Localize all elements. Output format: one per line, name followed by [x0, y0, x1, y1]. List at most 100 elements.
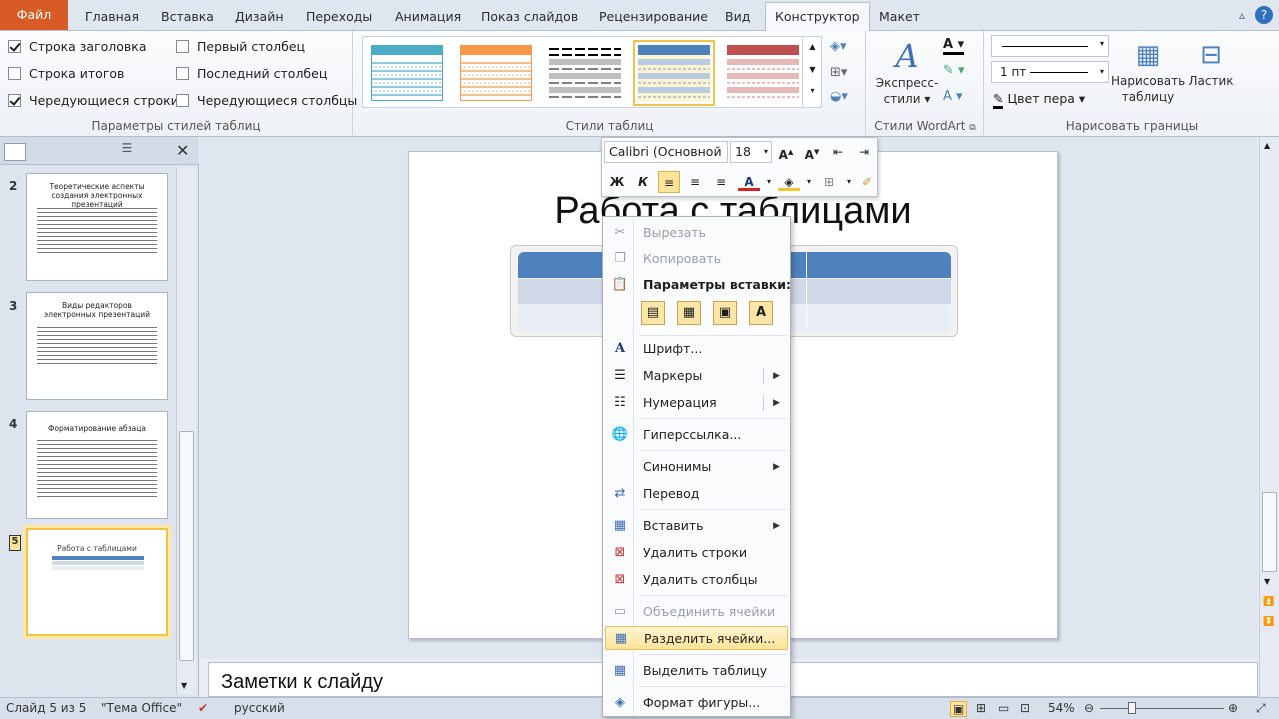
tab-layout[interactable]: Макет: [870, 3, 929, 30]
text-outline-icon[interactable]: ✎ ▾: [943, 63, 965, 78]
pen-style-select[interactable]: ▾: [991, 35, 1109, 57]
menu-item-hyperlink[interactable]: 🌐 Гиперссылка...: [605, 423, 788, 447]
menu-item-numbering[interactable]: ☷ Нумерация ▶: [605, 391, 788, 415]
fill-color-icon[interactable]: ◈: [778, 171, 800, 191]
zoom-slider-knob[interactable]: [1128, 702, 1136, 714]
font-color-dropdown-icon[interactable]: ▾: [758, 171, 780, 193]
font-color-icon[interactable]: A: [738, 171, 760, 191]
menu-item-font[interactable]: A Шрифт...: [605, 337, 788, 361]
decrease-indent-icon[interactable]: ⇤: [827, 141, 849, 163]
paste-use-destination-icon[interactable]: ▤: [641, 301, 665, 325]
font-size-field[interactable]: 18 ▾: [730, 141, 772, 163]
gallery-more-icon[interactable]: ▾: [803, 86, 822, 95]
menu-item-copy[interactable]: ❐ Копировать: [605, 247, 788, 271]
increase-indent-icon[interactable]: ⇥: [853, 141, 875, 163]
menu-item-merge-cells[interactable]: ▭ Объединить ячейки: [605, 600, 788, 624]
total-row-checkbox[interactable]: Строка итогов: [8, 66, 124, 81]
format-painter-icon[interactable]: ✐: [856, 171, 878, 193]
shrink-font-icon[interactable]: A▼: [801, 141, 823, 163]
align-left-icon[interactable]: ≡: [658, 171, 680, 193]
express-styles-button[interactable]: A Экспресс- стили ▾: [873, 37, 941, 107]
tab-review[interactable]: Рецензирование: [590, 3, 717, 30]
outline-tab-icon[interactable]: ☰: [86, 141, 168, 163]
table-style-thumb-1[interactable]: [371, 45, 443, 101]
bold-button[interactable]: Ж: [606, 171, 628, 193]
shading-icon[interactable]: ◈▾: [830, 39, 847, 54]
fit-to-window-icon[interactable]: ⤢: [1256, 701, 1266, 716]
text-fill-icon[interactable]: A ▾: [943, 37, 965, 55]
pen-color-button[interactable]: ✎ Цвет пера ▾: [993, 91, 1085, 109]
menu-item-synonyms[interactable]: Синонимы ▶: [605, 455, 788, 479]
pen-weight-select[interactable]: 1 пт ▾: [991, 61, 1109, 83]
last-column-checkbox[interactable]: Последний столбец: [176, 66, 327, 81]
tab-slideshow[interactable]: Показ слайдов: [472, 3, 587, 30]
header-row-checkbox[interactable]: Строка заголовка: [8, 39, 147, 54]
table-style-thumb-2[interactable]: [460, 45, 532, 101]
menu-item-cut[interactable]: ✂ Вырезать: [605, 221, 788, 245]
theme-name[interactable]: "Тема Office": [101, 701, 182, 715]
editor-scrollbar[interactable]: ▲ ▼ ⏫ ⏬: [1259, 137, 1279, 697]
slide-thumb-5-selected[interactable]: Работа с таблицами: [26, 528, 168, 636]
table-style-thumb-3[interactable]: [549, 45, 621, 101]
menu-item-format-shape[interactable]: ◈ Формат фигуры...: [605, 691, 788, 715]
checkbox-banded-rows[interactable]: [8, 94, 21, 107]
next-slide-icon[interactable]: ⏬: [1263, 617, 1274, 627]
normal-view-icon[interactable]: ▣: [950, 701, 968, 717]
language-indicator[interactable]: русский: [234, 701, 285, 715]
tab-constructor[interactable]: Конструктор: [765, 2, 870, 31]
paste-picture-icon[interactable]: ▣: [713, 301, 737, 325]
first-column-checkbox[interactable]: Первый столбец: [176, 39, 305, 54]
font-name-field[interactable]: Calibri (Основной: [604, 141, 728, 163]
tab-home[interactable]: Главная: [76, 3, 148, 30]
font-size-dropdown-icon[interactable]: ▾: [764, 142, 768, 162]
scroll-down-icon[interactable]: ▼: [181, 681, 187, 690]
table-style-thumb-5[interactable]: [727, 45, 799, 101]
paste-text-only-icon[interactable]: A: [749, 301, 773, 325]
tab-design[interactable]: Дизайн: [226, 3, 293, 30]
pen-weight-dropdown-icon[interactable]: ▾: [1100, 62, 1104, 82]
slideshow-icon[interactable]: ⊡: [1020, 701, 1030, 715]
editor-scroll-thumb[interactable]: [1262, 492, 1277, 572]
pen-style-dropdown-icon[interactable]: ▾: [1100, 39, 1104, 48]
zoom-level[interactable]: 54%: [1048, 701, 1075, 715]
menu-item-insert[interactable]: ▦ Вставить ▶: [605, 514, 788, 538]
eraser-button[interactable]: ⊟ Ластик: [1185, 37, 1237, 89]
fill-color-dropdown-icon[interactable]: ▾: [798, 171, 820, 193]
zoom-slider[interactable]: [1100, 702, 1224, 714]
tab-insert[interactable]: Вставка: [152, 3, 223, 30]
prev-slide-icon[interactable]: ⏫: [1263, 597, 1274, 607]
draw-table-button[interactable]: ▦ Нарисовать таблицу: [1111, 37, 1185, 105]
checkbox-first-column[interactable]: [176, 40, 189, 53]
slide-thumb-3[interactable]: Виды редакторов электронных презентаций: [26, 292, 168, 400]
tab-animation[interactable]: Анимация: [386, 3, 470, 30]
borders-icon[interactable]: ⊞: [818, 171, 840, 193]
gallery-down-icon[interactable]: ▼: [803, 65, 822, 74]
gallery-scroll[interactable]: ▲ ▼ ▾: [802, 36, 822, 108]
dialog-launcher-icon[interactable]: ⧉: [969, 123, 975, 133]
align-center-icon[interactable]: ≡: [684, 171, 706, 193]
menu-item-split-cells[interactable]: ▦ Разделить ячейки...: [605, 626, 788, 650]
slide-sorter-icon[interactable]: ⊞: [976, 701, 986, 715]
checkbox-banded-columns[interactable]: [176, 94, 189, 107]
banded-columns-checkbox[interactable]: Чередующиеся столбцы: [176, 93, 357, 108]
menu-item-delete-columns[interactable]: ⊠ Удалить столбцы: [605, 568, 788, 592]
minimize-ribbon-icon[interactable]: ▵: [1233, 6, 1251, 24]
scroll-up-icon[interactable]: ▲: [1264, 141, 1270, 150]
italic-button[interactable]: К: [632, 171, 654, 193]
align-right-icon[interactable]: ≡: [710, 171, 732, 193]
menu-item-select-table[interactable]: ▦ Выделить таблицу: [605, 659, 788, 683]
slide-thumb-2[interactable]: Теоретические аспекты создания электронн…: [26, 173, 168, 281]
table-style-thumb-4-selected[interactable]: [633, 40, 715, 106]
reading-view-icon[interactable]: ▭: [998, 701, 1009, 715]
tab-file[interactable]: Файл: [0, 0, 68, 30]
checkbox-last-column[interactable]: [176, 67, 189, 80]
slide-thumb-4[interactable]: Форматирование абзаца: [26, 411, 168, 519]
zoom-out-icon[interactable]: ⊖: [1084, 701, 1094, 715]
checkbox-header-row[interactable]: [8, 40, 21, 53]
paste-keep-source-icon[interactable]: ▦: [677, 301, 701, 325]
close-panel-icon[interactable]: ✕: [176, 141, 189, 160]
slides-tab-icon[interactable]: [4, 143, 26, 161]
grow-font-icon[interactable]: A▲: [775, 141, 797, 163]
scroll-down-icon[interactable]: ▼: [1264, 577, 1270, 586]
menu-item-translate[interactable]: ⇄ Перевод: [605, 482, 788, 506]
